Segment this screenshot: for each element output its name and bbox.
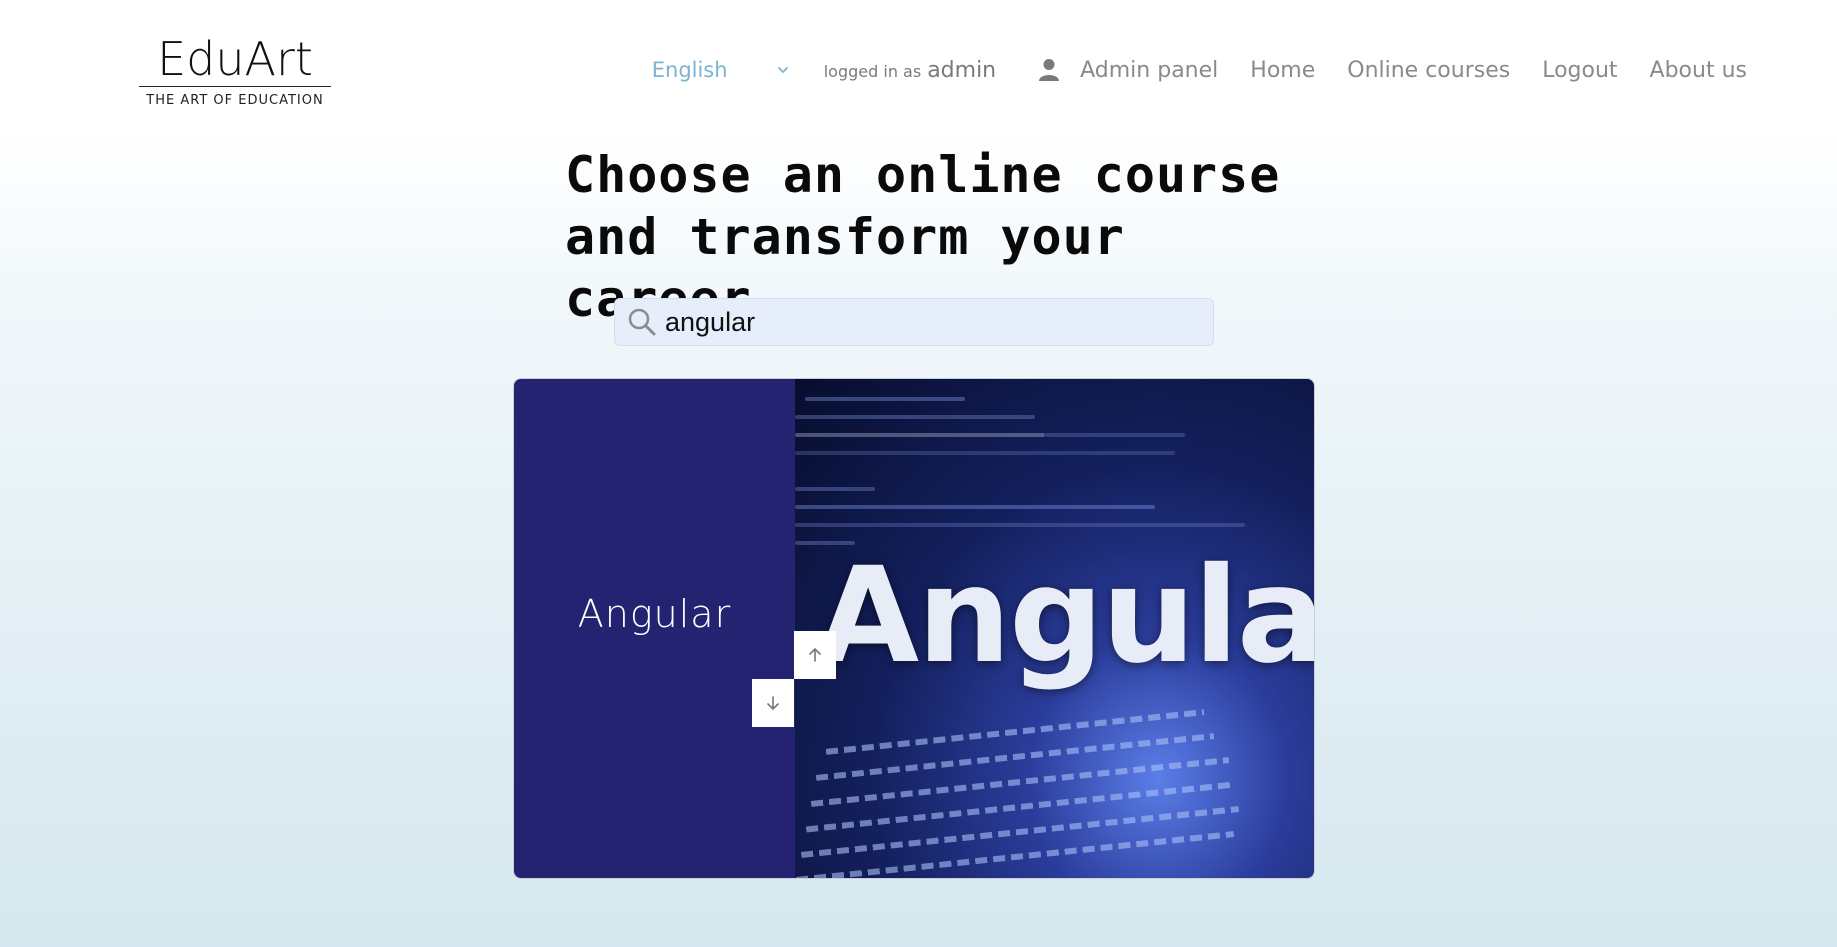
logged-in-username: admin — [927, 57, 997, 83]
nav-about-us[interactable]: About us — [1650, 58, 1747, 83]
course-card-panel: Angular — [514, 379, 795, 878]
code-line — [795, 505, 1155, 509]
course-card[interactable]: Angular Angular — [513, 378, 1315, 879]
code-line — [795, 433, 1045, 437]
search-bar[interactable] — [614, 298, 1214, 346]
nav-online-courses[interactable]: Online courses — [1347, 58, 1510, 83]
logged-in-label: logged in as — [823, 61, 922, 81]
nav-admin-panel[interactable]: Admin panel — [1080, 58, 1218, 83]
code-line — [795, 415, 1035, 419]
logo-tagline: THE ART OF EDUCATION — [146, 93, 324, 108]
arrow-down-icon — [767, 696, 779, 710]
keyboard-row — [805, 781, 1235, 833]
language-select[interactable]: English — [652, 58, 790, 82]
logged-in-info: logged in as admin — [824, 58, 996, 83]
logo-divider — [139, 86, 331, 87]
logo-name: EduArt — [157, 32, 313, 86]
nav-logout[interactable]: Logout — [1542, 58, 1617, 83]
keyboard-row — [810, 757, 1230, 807]
code-line — [1045, 433, 1185, 437]
code-line — [795, 451, 1175, 455]
course-image-text: Angular — [817, 539, 1314, 693]
top-nav: English logged in as admin Admin panel H… — [652, 52, 1747, 88]
move-up-button[interactable] — [794, 631, 836, 679]
nav-home[interactable]: Home — [1250, 58, 1315, 83]
keyboard-row — [825, 709, 1205, 755]
code-line — [795, 487, 875, 491]
language-value: English — [651, 58, 728, 82]
user-icon[interactable] — [1038, 58, 1060, 82]
course-image: Angular — [795, 379, 1314, 878]
keyboard-row — [795, 831, 1235, 878]
move-down-button[interactable] — [752, 679, 794, 727]
chevron-down-icon — [777, 67, 788, 74]
logo[interactable]: EduArt THE ART OF EDUCATION — [139, 34, 331, 108]
course-title: Angular — [577, 591, 732, 636]
keyboard-row — [800, 806, 1240, 858]
code-line — [795, 523, 1245, 527]
keyboard-row — [815, 733, 1215, 781]
code-line — [805, 397, 965, 401]
arrow-up-icon — [809, 648, 821, 662]
search-input[interactable] — [665, 300, 1185, 344]
search-icon — [628, 308, 656, 336]
hero-line-1: Choose an online course — [565, 146, 1281, 204]
